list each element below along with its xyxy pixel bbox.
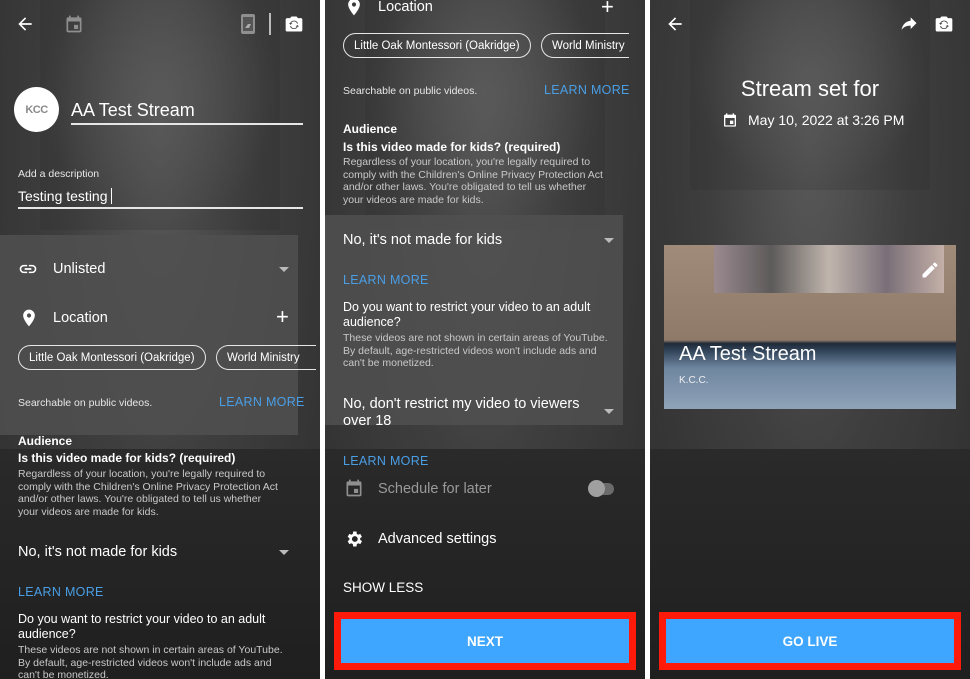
toolbar-divider: [269, 13, 271, 35]
privacy-dropdown[interactable]: Unlisted: [53, 261, 105, 277]
kids-explainer-line: and/or other laws. You're obligated to t…: [18, 493, 262, 505]
go-live-button[interactable]: GO LIVE: [666, 619, 954, 663]
stream-ready-screen: Stream set for May 10, 2022 at 3:26 PM A…: [650, 0, 970, 679]
next-button[interactable]: NEXT: [341, 619, 629, 663]
toggle-knob: [588, 480, 605, 497]
kids-explainer-line: comply with the Children's Online Privac…: [18, 480, 278, 493]
edit-pencil-icon[interactable]: [920, 260, 940, 280]
adult-explainer-line: By default, age-restricted videos won't …: [343, 344, 597, 357]
adult-explainer: These videos are not shown in certain ar…: [18, 644, 283, 679]
description-label: Add a description: [18, 168, 100, 180]
description-underline: [18, 207, 303, 209]
adult-question: Do you want to restrict your video to an…: [18, 612, 265, 642]
searchable-note: Searchable on public videos.: [18, 397, 153, 409]
location-label: Location: [53, 310, 108, 326]
kids-explainer: Regardless of your location, you're lega…: [343, 156, 603, 206]
camera-flip-icon[interactable]: [284, 14, 304, 34]
made-for-kids-caret-icon[interactable]: [279, 550, 289, 555]
adult-explainer-line: These videos are not shown in certain ar…: [18, 644, 283, 656]
description-value: Testing testing: [18, 188, 108, 204]
adult-question-line: audience?: [18, 627, 76, 641]
stream-thumbnail-card[interactable]: AA Test Stream K.C.C.: [664, 245, 956, 409]
kids-learn-more-link[interactable]: LEARN MORE: [18, 585, 104, 599]
audience-heading: Audience: [343, 122, 398, 136]
location-learn-more-link[interactable]: LEARN MORE: [544, 83, 630, 97]
kids-question: Is this video made for kids? (required): [18, 451, 236, 465]
location-learn-more-link[interactable]: LEARN MORE: [219, 395, 305, 409]
made-for-kids-caret-icon[interactable]: [604, 238, 614, 243]
age-restriction-caret-icon[interactable]: [604, 409, 614, 414]
made-for-kids-dropdown[interactable]: No, it's not made for kids: [343, 232, 502, 248]
adult-explainer-line: can't be monetized.: [18, 669, 109, 679]
location-label: Location: [378, 0, 433, 15]
schedule-toggle[interactable]: [588, 480, 614, 497]
adult-explainer-line: can't be monetized.: [343, 357, 434, 369]
calendar-icon: [344, 478, 364, 498]
datetime-text: May 10, 2022 at 3:26 PM: [748, 112, 905, 128]
location-chip[interactable]: Little Oak Montessori (Oakridge): [343, 33, 531, 58]
calendar-icon: [722, 112, 738, 128]
card-title: AA Test Stream: [679, 343, 817, 365]
location-chip[interactable]: World Ministry: [541, 33, 629, 58]
schedule-for-later-label: Schedule for later: [378, 481, 492, 497]
adult-question-line: Do you want to restrict your video to an…: [343, 300, 591, 314]
adult-question: Do you want to restrict your video to an…: [343, 300, 590, 330]
advanced-settings-button[interactable]: Advanced settings: [378, 531, 497, 547]
adult-question-line: audience?: [343, 315, 401, 329]
age-learn-more-link[interactable]: LEARN MORE: [343, 454, 429, 468]
description-input[interactable]: Testing testing: [18, 188, 112, 204]
adult-explainer-line: These videos are not shown in certain ar…: [343, 332, 608, 344]
location-chip[interactable]: Little Oak Montessori (Oakridge): [18, 345, 206, 370]
back-arrow-icon[interactable]: [665, 14, 685, 34]
stream-title-input[interactable]: AA Test Stream: [71, 100, 195, 121]
kids-explainer-line: and/or other laws. You're obligated to t…: [343, 181, 587, 193]
text-cursor: [110, 188, 112, 204]
camera-flip-icon[interactable]: [934, 14, 954, 34]
adult-question-line: Do you want to restrict your video to an…: [18, 612, 266, 626]
channel-avatar: KCC: [14, 87, 59, 132]
location-chip[interactable]: World Ministry: [216, 345, 316, 370]
made-for-kids-dropdown[interactable]: No, it's not made for kids: [18, 544, 177, 560]
searchable-note: Searchable on public videos.: [343, 85, 478, 97]
stream-set-heading: Stream set for: [740, 76, 880, 101]
privacy-dropdown-caret-icon[interactable]: [279, 267, 289, 272]
age-restriction-line: No, don't restrict my video to viewers: [343, 396, 580, 412]
thumbnail-image: [714, 245, 944, 293]
age-restriction-line: over 18: [343, 413, 392, 429]
card-channel: K.C.C.: [679, 375, 709, 386]
gear-icon: [344, 529, 364, 549]
age-restriction-dropdown[interactable]: No, don't restrict my video to viewers o…: [343, 396, 579, 430]
kids-learn-more-link[interactable]: LEARN MORE: [343, 273, 429, 287]
back-arrow-icon[interactable]: [15, 14, 35, 34]
kids-explainer-line: your videos are made for kids.: [18, 505, 159, 518]
add-location-plus-icon[interactable]: +: [276, 306, 289, 328]
kids-explainer-line: comply with the Children's Online Privac…: [343, 168, 603, 181]
link-icon: [18, 259, 38, 279]
kids-explainer-line: Regardless of your location, you're lega…: [18, 468, 266, 480]
calendar-icon[interactable]: [64, 14, 84, 34]
adult-explainer: These videos are not shown in certain ar…: [343, 332, 608, 370]
share-icon[interactable]: [899, 14, 919, 34]
audience-heading: Audience: [18, 434, 73, 448]
setup-screen-details: KCC AA Test Stream Add a description Tes…: [0, 0, 320, 679]
location-pin-icon: [19, 308, 39, 328]
kids-explainer-line: Regardless of your location, you're lega…: [343, 156, 591, 168]
kids-explainer-line: your videos are made for kids.: [343, 193, 484, 206]
kids-question: Is this video made for kids? (required): [343, 140, 561, 154]
show-less-button[interactable]: SHOW LESS: [343, 580, 423, 595]
add-location-plus-icon[interactable]: +: [601, 0, 614, 18]
kids-explainer: Regardless of your location, you're lega…: [18, 468, 278, 518]
scheduled-datetime: May 10, 2022 at 3:26 PM: [722, 112, 904, 128]
setup-screen-scrolled: Location + Little Oak Montessori (Oakrid…: [325, 0, 645, 679]
share-screen-icon[interactable]: [238, 13, 258, 35]
adult-explainer-line: By default, age-restricted videos won't …: [18, 656, 272, 669]
title-underline: [71, 123, 303, 125]
location-pin-icon: [344, 0, 364, 17]
